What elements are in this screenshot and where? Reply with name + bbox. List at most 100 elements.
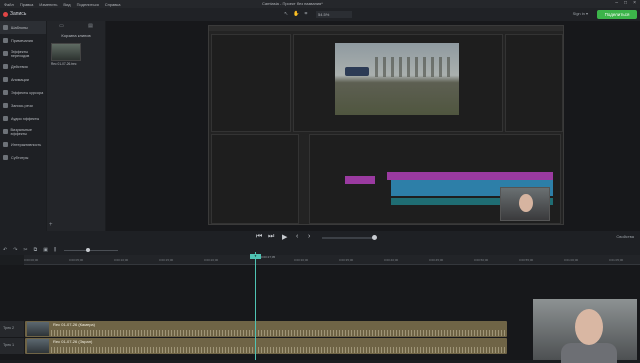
playback-bar: ⏮ ⏭ ▶ ‹ › Свойства [0, 231, 640, 245]
face-shape [519, 194, 533, 212]
clip-thumbnail [27, 339, 49, 353]
menu-modify[interactable]: Изменить [39, 2, 57, 7]
nav-item-cursor-effects[interactable]: Эффекты курсора [0, 86, 46, 99]
ruler-tick: 0:00:10;00 [114, 258, 129, 262]
step-back-icon[interactable]: ⏮ [256, 233, 262, 241]
face-shape [575, 309, 603, 345]
canvas-tools: ↖ ✋ ⌗ [284, 11, 307, 17]
menu-help[interactable]: Справка [105, 2, 121, 7]
play-icon[interactable]: ▶ [282, 233, 287, 241]
scrubber-knob[interactable] [372, 235, 377, 240]
step-forward-icon[interactable]: ⏭ [268, 233, 274, 241]
zoom-select[interactable]: 54.5% [316, 11, 352, 18]
nav-item-media[interactable]: Шаблоны [0, 21, 46, 34]
properties-button[interactable]: Свойства [616, 234, 634, 239]
redo-icon[interactable]: ↷ [13, 247, 17, 253]
menu-file[interactable]: Файл [4, 2, 14, 7]
behavior-icon [3, 64, 8, 69]
sign-in-link[interactable]: Sign in ▾ [573, 11, 588, 16]
minimize-icon[interactable]: – [615, 0, 618, 6]
media-bin-tabs: ▭ ▤ [47, 21, 105, 31]
hand-icon[interactable]: ✋ [293, 11, 299, 17]
nav-item-audio-effects[interactable]: Аудио эффекты [0, 112, 46, 125]
ruler-tick: 0:00:50;00 [474, 258, 489, 262]
media-icon[interactable]: ▭ [59, 23, 64, 29]
presenter-webcam [533, 299, 637, 363]
library-icon[interactable]: ▤ [88, 23, 93, 29]
add-media-icon[interactable]: + [49, 222, 53, 228]
cut-icon[interactable]: ✂ [23, 247, 27, 253]
nav-item-voice-narration[interactable]: Запись речи [0, 99, 46, 112]
nav-item-visual-effects[interactable]: Визуальные эффекты [0, 125, 46, 138]
interactivity-icon [3, 142, 8, 147]
nav-item-animations[interactable]: Анимации [0, 73, 46, 86]
recorded-effects-panel [505, 34, 563, 132]
microphone-icon [3, 103, 8, 108]
pointer-icon[interactable]: ↖ [284, 11, 288, 17]
paste-icon[interactable]: ▣ [43, 247, 48, 253]
recorded-clip-purple [345, 176, 375, 184]
ruler-tick: 0:00:35;00 [339, 258, 354, 262]
playhead-time: 0:00:27;05 [261, 255, 276, 259]
ruler-tick: 0:00:55;00 [519, 258, 534, 262]
next-marker-icon[interactable]: › [308, 233, 310, 240]
transition-icon [3, 51, 8, 56]
timeline-zoom-knob[interactable] [86, 248, 90, 252]
media-caption: Rec 01-07-26.trec [51, 62, 77, 66]
menu-bar: Файл Правка Изменить Вид Поделиться Спра… [0, 2, 120, 7]
playhead[interactable] [255, 252, 256, 360]
copy-icon[interactable]: ⧉ [34, 247, 38, 253]
timeline-clip-screen[interactable]: Rec 01-07-26 (Экран) [25, 338, 507, 354]
trees-shape [375, 57, 455, 77]
undo-icon[interactable]: ↶ [3, 247, 7, 253]
nav-item-captions[interactable]: Субтитры [0, 151, 46, 164]
main-toolbar: Запись ↖ ✋ ⌗ 54.5% Sign in ▾ Поделиться [0, 8, 640, 21]
prev-marker-icon[interactable]: ‹ [296, 233, 298, 240]
crop-icon[interactable]: ⌗ [304, 11, 307, 17]
split-icon[interactable]: ⫼ [54, 247, 56, 253]
nav-item-behaviors[interactable]: Действия [0, 60, 46, 73]
playhead-handle[interactable]: ▼ [250, 254, 261, 259]
audio-icon [3, 116, 8, 121]
record-label: Запись [10, 11, 27, 17]
captions-icon [3, 155, 8, 160]
media-thumbnail[interactable] [51, 43, 81, 61]
recorded-project-panel [211, 134, 299, 224]
audio-waveform [51, 330, 505, 336]
playback-scrubber[interactable] [322, 237, 374, 239]
media-bin-title: Корзина клипов [61, 33, 91, 38]
timeline-ruler[interactable]: 0:00:00;00 0:00:05;00 0:00:10;00 0:00:15… [24, 255, 640, 265]
record-button[interactable]: Запись [3, 11, 26, 17]
animation-icon [3, 77, 8, 82]
recorded-video-frame [335, 43, 459, 115]
timeline-clip-camera[interactable]: Rec 01-07-26 (Камера) [25, 321, 507, 337]
clip-label: Rec 01-07-26 (Камера) [53, 322, 95, 327]
close-icon[interactable]: × [633, 0, 636, 6]
nav-item-annotations[interactable]: Примечания [0, 34, 46, 47]
timeline-toolbar: ↶ ↷ ✂ ⧉ ▣ ⫼ [0, 245, 640, 255]
menu-edit[interactable]: Правка [20, 2, 34, 7]
ruler-tick: 0:01:05;00 [609, 258, 624, 262]
audio-waveform [51, 347, 505, 353]
window-title: Camtasia - Проект без названия* [262, 1, 323, 6]
menu-view[interactable]: Вид [63, 2, 70, 7]
nav-item-transitions[interactable]: Эффекты переходов [0, 47, 46, 60]
ruler-tick: 0:00:40;00 [384, 258, 399, 262]
ruler-tick: 0:00:00;00 [24, 258, 39, 262]
ruler-tick: 0:01:00;00 [564, 258, 579, 262]
ruler-tick: 0:00:20;00 [204, 258, 219, 262]
ruler-tick: 0:00:05;00 [69, 258, 84, 262]
window-controls: – □ × [615, 0, 636, 6]
recorded-clip-purple-long [387, 172, 553, 180]
menu-share[interactable]: Поделиться [77, 2, 99, 7]
timeline-zoom-slider[interactable] [64, 250, 118, 251]
ruler-tick: 0:00:45;00 [429, 258, 444, 262]
clip-thumbnail [27, 322, 49, 336]
webcam-overlay-preview[interactable] [500, 187, 550, 221]
maximize-icon[interactable]: □ [624, 0, 627, 6]
car-shape [345, 67, 369, 76]
share-button[interactable]: Поделиться [597, 10, 637, 19]
nav-item-interactivity[interactable]: Интерактивность [0, 138, 46, 151]
track-header[interactable]: Трек 1 [0, 338, 24, 355]
track-header[interactable]: Трек 2 [0, 321, 24, 338]
